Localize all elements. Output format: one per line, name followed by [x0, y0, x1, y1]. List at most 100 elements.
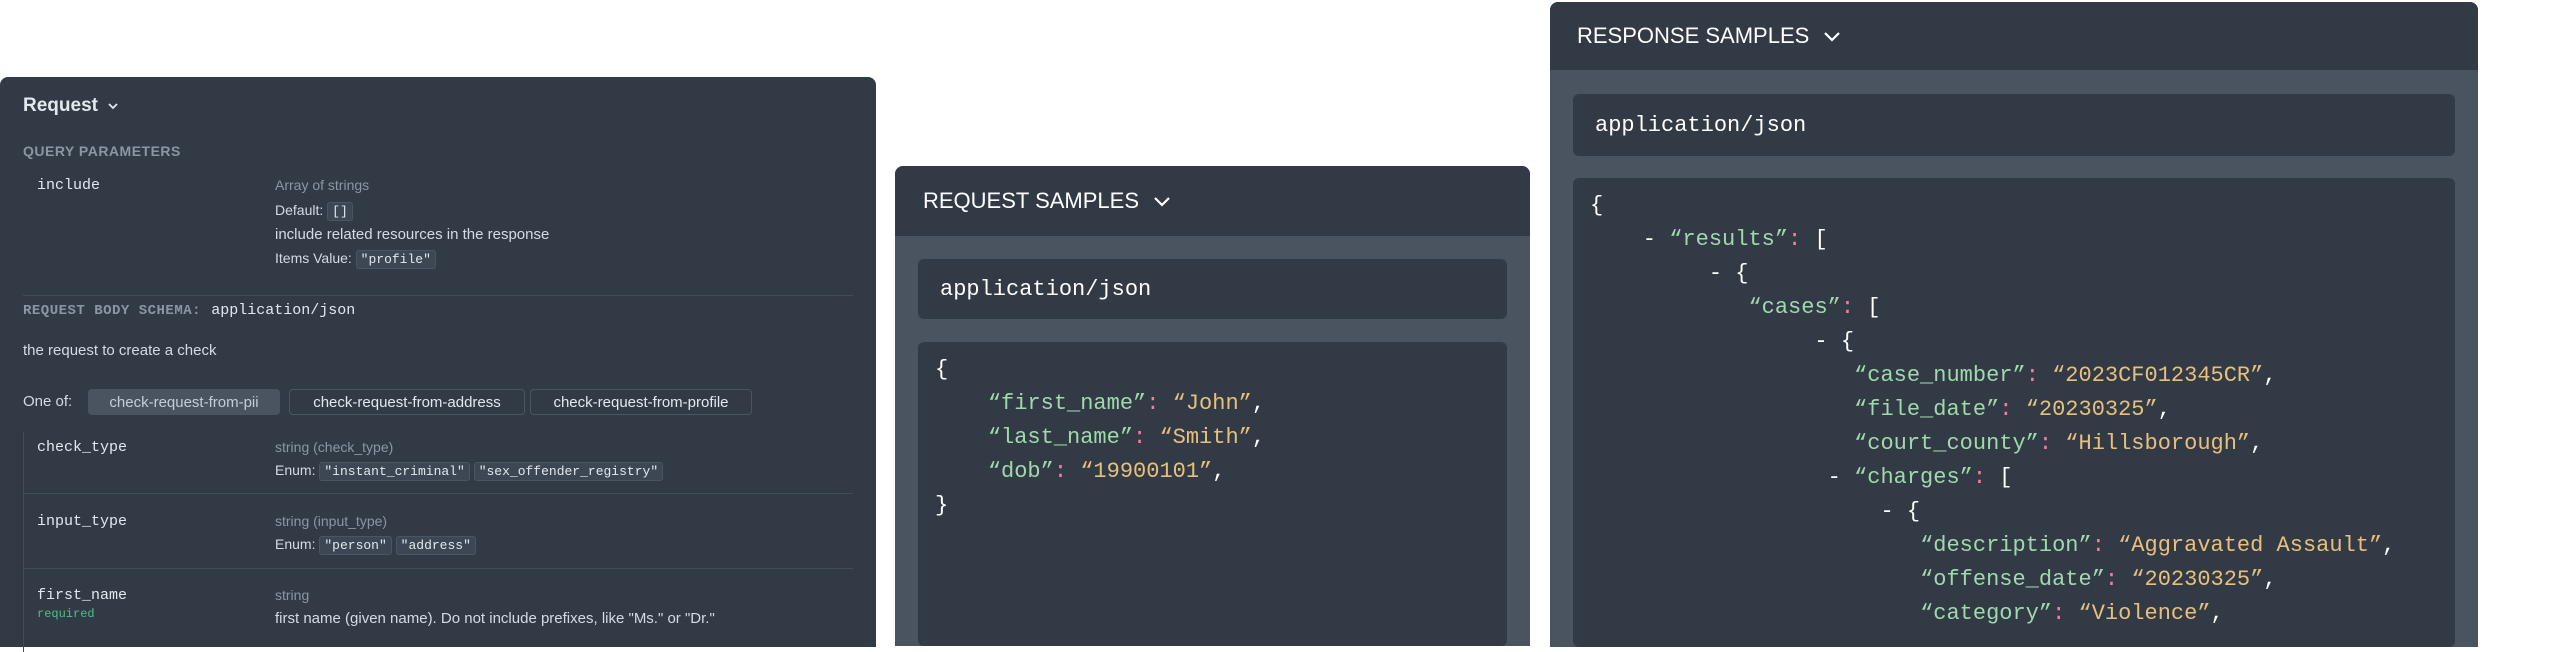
divider — [23, 568, 853, 569]
code-line: “cases”: [ — [1590, 294, 1880, 322]
code-line: “category”: “Violence”, — [1590, 600, 2224, 628]
code-token: “John” — [1172, 391, 1252, 416]
code-token: - — [1590, 227, 1670, 252]
code-token: : — [2091, 533, 2119, 558]
code-token: - { — [1590, 499, 1921, 524]
code-token: “Smith” — [1159, 425, 1252, 450]
code-token: , — [1251, 425, 1266, 450]
tab-check-request-from-profile[interactable]: check-request-from-profile — [530, 389, 752, 415]
response-samples-panel: RESPONSE SAMPLES application/json { - “r… — [1550, 2, 2478, 647]
code-token: : — [1840, 295, 1868, 320]
request-section-toggle[interactable]: Request — [23, 95, 119, 117]
code-line: “first_name”: “John”, — [935, 390, 1265, 418]
body-schema-label: REQUEST BODY SCHEMA: — [23, 303, 202, 319]
enum-label: Enum: — [275, 462, 316, 478]
items-label: Items Value: — [275, 250, 352, 266]
code-token: } — [935, 493, 949, 518]
query-params-heading: QUERY PARAMETERS — [23, 143, 181, 159]
body-schema-value: application/json — [211, 302, 356, 319]
enum-value: "instant_criminal" — [319, 462, 470, 481]
code-line: - { — [1590, 260, 1749, 288]
code-token: : — [1146, 391, 1173, 416]
code-token: : — [1972, 465, 2000, 490]
code-token: , — [2157, 397, 2171, 422]
code-token: “20230325” — [2025, 397, 2158, 422]
code-token: “20230325” — [2131, 567, 2264, 592]
code-line: - “charges”: [ — [1590, 464, 2013, 492]
code-line: - { — [1590, 498, 1920, 526]
default-value: [] — [327, 202, 353, 221]
chevron-down-icon — [1823, 23, 1841, 49]
param-type-include: Array of strings — [275, 177, 370, 193]
code-token: : — [1053, 459, 1081, 484]
code-token: “Aggravated Assault” — [2118, 533, 2383, 558]
code-token: “cases” — [1748, 295, 1841, 320]
body-schema-row: REQUEST BODY SCHEMA: application/json — [23, 301, 355, 319]
code-token: “description” — [1920, 533, 2092, 558]
request-sample-code: { “first_name”: “John”, “last_name”: “Sm… — [918, 342, 1507, 646]
code-token: “results” — [1669, 227, 1789, 252]
code-token: “court_county” — [1854, 431, 2039, 456]
request-samples-header[interactable]: REQUEST SAMPLES — [895, 166, 1530, 236]
field-enum-check-type: Enum: "instant_criminal" "sex_offender_r… — [275, 462, 664, 481]
code-token: , — [2210, 601, 2224, 626]
code-token: , — [2263, 363, 2277, 388]
param-description-include: include related resources in the respons… — [275, 226, 550, 243]
response-samples-title: RESPONSE SAMPLES — [1577, 23, 1810, 48]
one-of-label: One of: — [23, 393, 73, 410]
code-line: - “results”: [ — [1590, 226, 1828, 254]
code-token: : — [1133, 425, 1160, 450]
enum-value: "sex_offender_registry" — [473, 462, 664, 481]
code-line: { — [935, 356, 948, 384]
code-token: [ — [1814, 227, 1828, 252]
code-token: - { — [1590, 261, 1749, 286]
code-token: “category” — [1920, 601, 2053, 626]
code-line: “case_number”: “2023CF012345CR”, — [1590, 362, 2277, 390]
code-token: , — [2250, 431, 2264, 456]
code-token: “first_name” — [987, 391, 1147, 416]
field-type-first-name: string — [275, 587, 310, 603]
code-token: “offense_date” — [1920, 567, 2105, 592]
code-line: { — [1590, 192, 1603, 220]
code-line: } — [935, 492, 948, 520]
code-token: , — [2263, 567, 2277, 592]
code-token: “last_name” — [987, 425, 1134, 450]
enum-value: "person" — [319, 536, 392, 555]
code-line: “offense_date”: “20230325”, — [1590, 566, 2277, 594]
code-token: “file_date” — [1854, 397, 2000, 422]
tab-check-request-from-address[interactable]: check-request-from-address — [289, 389, 525, 415]
code-token: “2023CF012345CR” — [2052, 363, 2264, 388]
code-token: “case_number” — [1854, 363, 2026, 388]
code-token: “charges” — [1854, 465, 1973, 490]
code-token: : — [2052, 601, 2079, 626]
chevron-down-icon — [1153, 188, 1171, 214]
code-token: “dob” — [987, 459, 1054, 484]
field-type-check-type: string (check_type) — [275, 439, 394, 455]
param-default: Default: [] — [275, 202, 353, 221]
code-token: { — [1590, 193, 1604, 218]
code-token: “Hillsborough” — [2065, 431, 2251, 456]
request-panel: Request QUERY PARAMETERS include Array o… — [0, 77, 876, 652]
response-samples-header[interactable]: RESPONSE SAMPLES — [1550, 2, 2478, 70]
code-token: : — [1788, 227, 1815, 252]
field-name-input-type: input_type — [37, 513, 128, 530]
default-label: Default: — [275, 202, 324, 218]
code-token: - { — [1590, 329, 1855, 354]
required-badge: required — [37, 607, 95, 621]
code-line: “description”: “Aggravated Assault”, — [1590, 532, 2395, 560]
code-token: : — [1999, 397, 2026, 422]
tab-check-request-from-pii[interactable]: check-request-from-pii — [88, 389, 280, 415]
request-content-type-select[interactable]: application/json — [918, 259, 1507, 319]
code-token: , — [1251, 391, 1266, 416]
response-content-type-select[interactable]: application/json — [1573, 94, 2455, 156]
items-value: "profile" — [355, 250, 436, 269]
